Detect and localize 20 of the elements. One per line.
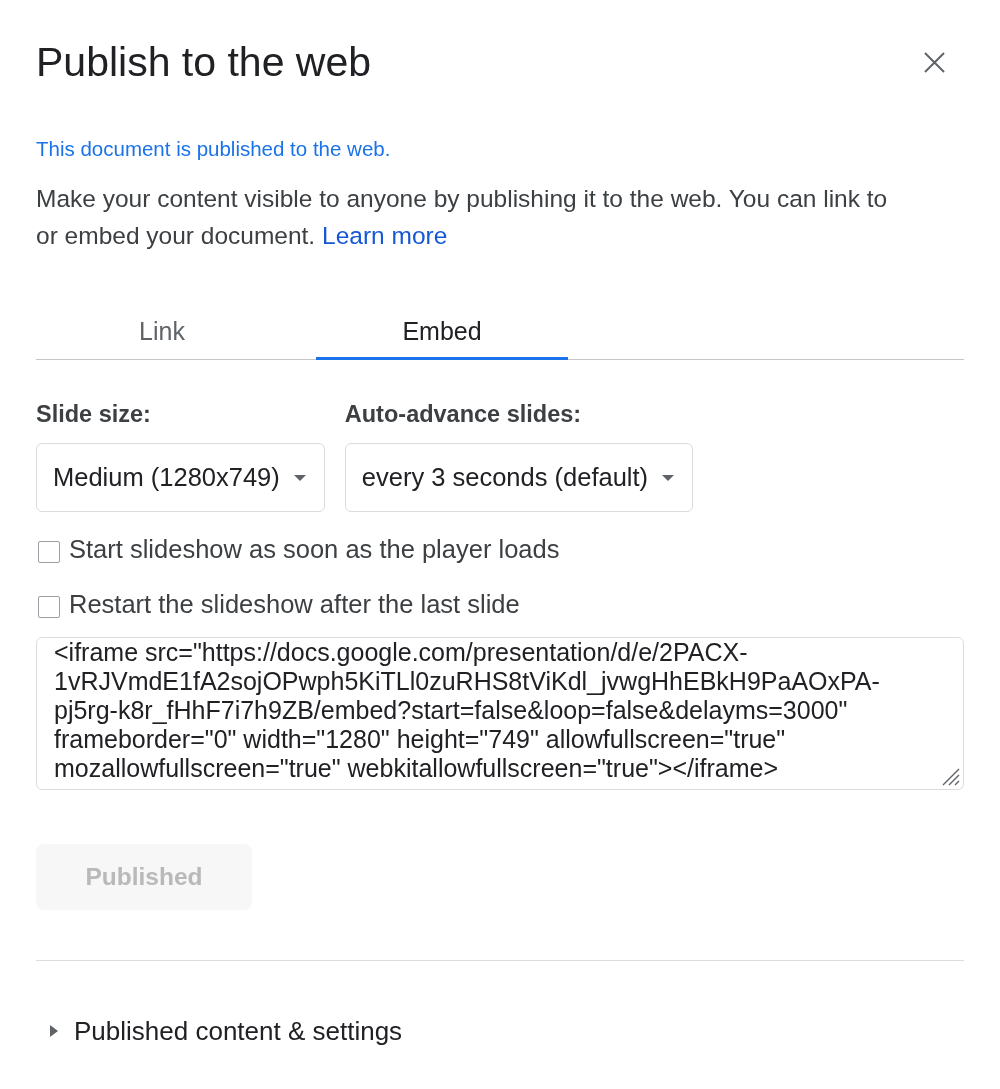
dropdown[interactable]: Medium (1280x749) xyxy=(36,443,325,512)
checkbox-label: Start slideshow as soon as the player loads xyxy=(69,536,560,562)
checkbox[interactable] xyxy=(38,596,60,618)
dialog-title: Publish to the web xyxy=(36,38,372,86)
checkbox[interactable] xyxy=(38,541,60,563)
dropdown[interactable]: every 3 seconds (default) xyxy=(344,443,694,512)
checkbox-label: Restart the slideshow after the last slide xyxy=(69,591,520,617)
tab[interactable]: Link xyxy=(36,303,288,360)
caret-icon xyxy=(293,474,306,481)
description-text: Make your content visible to anyone by publishing it to the web. You can link to or embed your document. Learn more xyxy=(36,184,889,251)
published-settings-toggle[interactable]: Published content & settings xyxy=(36,1016,403,1046)
field-label: Auto-advance slides: xyxy=(344,401,583,427)
tab[interactable]: Embed xyxy=(316,303,568,360)
caret-icon xyxy=(662,474,675,481)
close-icon xyxy=(923,51,945,73)
field-label: Slide size: xyxy=(36,401,152,427)
learn-more-link[interactable]: Learn more xyxy=(322,222,448,249)
resize-grip-icon xyxy=(940,766,960,786)
embed-code-field[interactable]: <iframe src="https://docs.google.com/presentation/d/e/2PACX-1vRJVmdE1fA2sojOPwph5KiTLl0zuRHS8tViKdl_jvwgHhEBkH9PaAOxPA-pj5rg-k8r_fHhF7i7h9ZB/embed?start=false&loop=false&delayms=3000" frameborder="0" width="1280" height="749" allowfullscreen="true" mozallowfullscreen="true" webkitallowfullscreen="true"></iframe> xyxy=(36,637,964,790)
status-message: This document is published to the web. xyxy=(36,137,392,161)
